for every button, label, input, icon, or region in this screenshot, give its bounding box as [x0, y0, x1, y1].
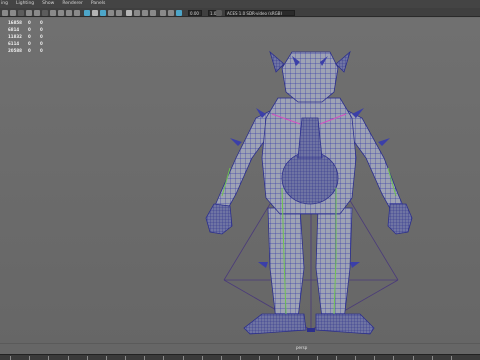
view-transform-field[interactable]: ACES 1.0 SDR-video (sRGB) [225, 9, 295, 16]
timeline-tick [393, 356, 395, 360]
wireframe-on-shaded-icon[interactable] [100, 9, 106, 16]
timeline-tick [335, 356, 337, 360]
belly-detail [281, 151, 339, 205]
resolution-gate-icon[interactable] [50, 9, 56, 16]
timeline-tick [278, 356, 280, 360]
head [281, 51, 339, 103]
timeline-tick [220, 356, 222, 360]
timeline-tick [240, 356, 241, 360]
anti-aliasing-icon[interactable] [150, 9, 156, 16]
timeline-tick [10, 356, 11, 360]
xray-joints-icon[interactable] [176, 9, 182, 16]
wireframe-icon[interactable] [84, 9, 90, 16]
timeline-tick [144, 356, 146, 360]
panel-toolbar: 0.00 1.00 ACES 1.0 SDR-video (sRGB) [0, 8, 480, 17]
chest-detail [297, 117, 323, 159]
ambient-occlusion-icon[interactable] [134, 9, 140, 16]
menu-lighting[interactable]: Lighting [16, 0, 34, 8]
timeline-tick [105, 356, 107, 360]
hud-row-edges: 6814 0 0 [8, 27, 43, 32]
timeline-tick [412, 356, 414, 360]
right-foot [315, 313, 375, 335]
menu-renderer[interactable]: Renderer [62, 0, 83, 8]
timeline-tick [431, 356, 433, 360]
shadows-icon[interactable] [126, 9, 132, 16]
left-foot [243, 313, 307, 335]
timeline-tick [374, 356, 376, 360]
timeline-tick [125, 356, 126, 360]
timeline-tick [355, 356, 356, 360]
textured-icon[interactable] [108, 9, 114, 16]
motion-blur-icon[interactable] [142, 9, 148, 16]
isolate-select-icon[interactable] [160, 9, 166, 16]
timeline-tick [48, 356, 50, 360]
timeline-tick [316, 356, 318, 360]
camera-select-icon[interactable] [2, 9, 8, 16]
left-hand [205, 203, 233, 235]
smooth-shade-icon[interactable] [92, 9, 98, 16]
film-gate-icon[interactable] [42, 9, 48, 16]
timeline-tick [86, 356, 88, 360]
hud-row-faces: 11832 0 0 [8, 34, 43, 39]
timeline-tick [29, 356, 31, 360]
timeline-tick [450, 356, 452, 360]
timeline-tick [259, 356, 261, 360]
body-mesh [205, 50, 413, 335]
camera-name-label: persp [296, 345, 308, 350]
timeline-tick [297, 356, 299, 360]
field-chart-icon[interactable] [66, 9, 72, 16]
hud-row-tris: 6114 0 0 [8, 41, 43, 46]
exposure-field[interactable]: 0.00 [188, 9, 202, 16]
color-management-icon[interactable] [216, 9, 222, 16]
joint-marker [307, 328, 315, 332]
menu-bar: ing Lighting Show Renderer Panels [0, 0, 480, 8]
menu-panels[interactable]: Panels [91, 0, 105, 8]
safe-action-icon[interactable] [74, 9, 80, 16]
right-hand [387, 203, 413, 235]
image-plane-icon[interactable] [26, 9, 32, 16]
timeline-bar[interactable] [0, 354, 480, 360]
gate-mask-icon[interactable] [58, 9, 64, 16]
viewport-panel[interactable]: 16858 0 0 6814 0 0 11832 0 0 6114 0 0 20… [0, 18, 480, 354]
menu-shading[interactable]: ing [1, 0, 8, 8]
camera-attributes-icon[interactable] [10, 9, 16, 16]
menu-show[interactable]: Show [42, 0, 54, 8]
xray-icon[interactable] [168, 9, 174, 16]
creature-mesh[interactable] [0, 18, 480, 354]
lights-icon[interactable] [116, 9, 122, 16]
hud-row-verts: 16858 0 0 [8, 20, 43, 25]
timeline-tick [201, 356, 203, 360]
heads-up-display: 16858 0 0 6814 0 0 11832 0 0 6114 0 0 20… [8, 19, 52, 54]
bookmark-icon[interactable] [18, 9, 24, 16]
timeline-tick [163, 356, 165, 360]
hud-row-uvs: 20588 0 0 [8, 48, 43, 53]
timeline-tick [182, 356, 184, 360]
grid-icon[interactable] [34, 9, 40, 16]
timeline-tick [67, 356, 69, 360]
